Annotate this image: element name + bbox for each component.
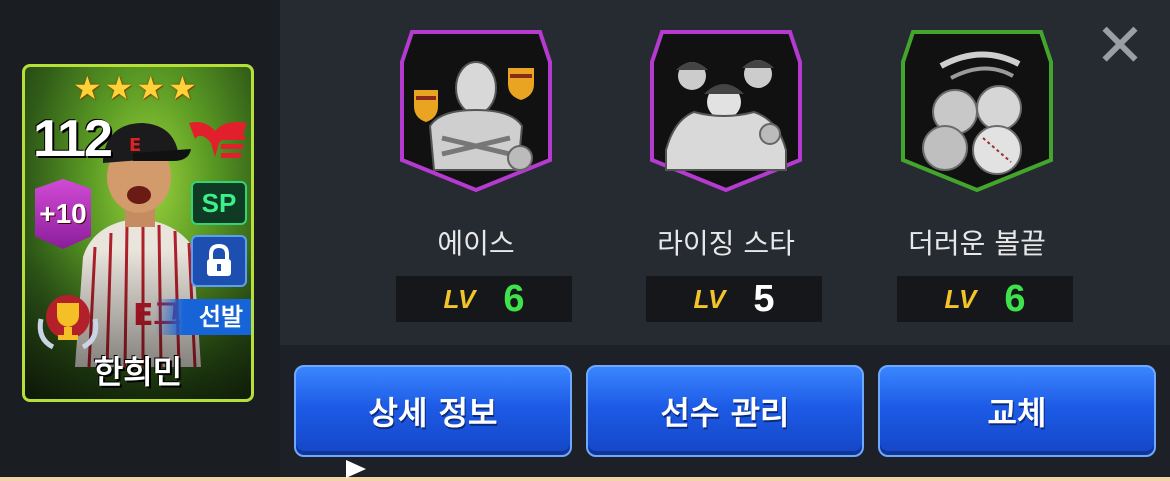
skill-level-box: LV 6 [897, 276, 1073, 322]
lv-value: 6 [503, 277, 525, 320]
star-icon: ★ [168, 69, 197, 107]
player-popup: E그리 E ★ ★ ★ ★ 112 +10 [0, 0, 1170, 481]
lv-value: 5 [753, 277, 775, 320]
swap-button[interactable]: 교체 [878, 365, 1156, 457]
enhance-level: +10 [39, 198, 87, 229]
role-tag: 선발 [155, 299, 251, 335]
ace-emblem-icon [400, 30, 552, 192]
bottom-divider [0, 477, 1170, 481]
star-icon: ★ [136, 69, 166, 107]
lv-label: LV [443, 283, 476, 314]
detail-info-button[interactable]: 상세 정보 [294, 365, 572, 457]
skill-name: 더러운 볼끝 [908, 227, 1046, 260]
star-icon: ★ [104, 69, 134, 107]
star-icon: ★ [73, 69, 102, 107]
lock-icon[interactable] [191, 235, 247, 287]
card-panel: E그리 E ★ ★ ★ ★ 112 +10 [0, 0, 280, 481]
player-card[interactable]: E그리 E ★ ★ ★ ★ 112 +10 [22, 64, 254, 402]
position-badge: SP [191, 181, 247, 225]
skill-level-box: LV 6 [396, 276, 572, 322]
trophy-icon [37, 295, 99, 350]
overall-rating: 112 [33, 110, 113, 168]
player-name: 한희민 [93, 353, 183, 391]
close-icon[interactable]: ✕ [1092, 16, 1148, 76]
skill-name: 에이스 [437, 227, 515, 260]
star-rating: ★ ★ ★ ★ [73, 71, 197, 105]
manage-player-button[interactable]: 선수 관리 [586, 365, 864, 457]
skill-name: 라이징 스타 [657, 227, 795, 260]
pointer-cursor-icon [346, 460, 366, 478]
skill-list: 에이스 LV 6 라이징 스타 LV 5 더러운 볼끝 LV 6 ✕ [280, 0, 1170, 345]
enhance-badge: +10 [35, 179, 91, 249]
lv-label: LV [944, 283, 977, 314]
action-bar: 상세 정보 선수 관리 교체 [280, 345, 1170, 477]
dirty-ball-emblem-icon [901, 30, 1053, 192]
lv-value: 6 [1004, 277, 1026, 320]
lv-label: LV [693, 283, 726, 314]
skill-level-box: LV 5 [646, 276, 822, 322]
team-logo-icon [189, 122, 247, 158]
rising-star-emblem-icon [650, 30, 802, 192]
